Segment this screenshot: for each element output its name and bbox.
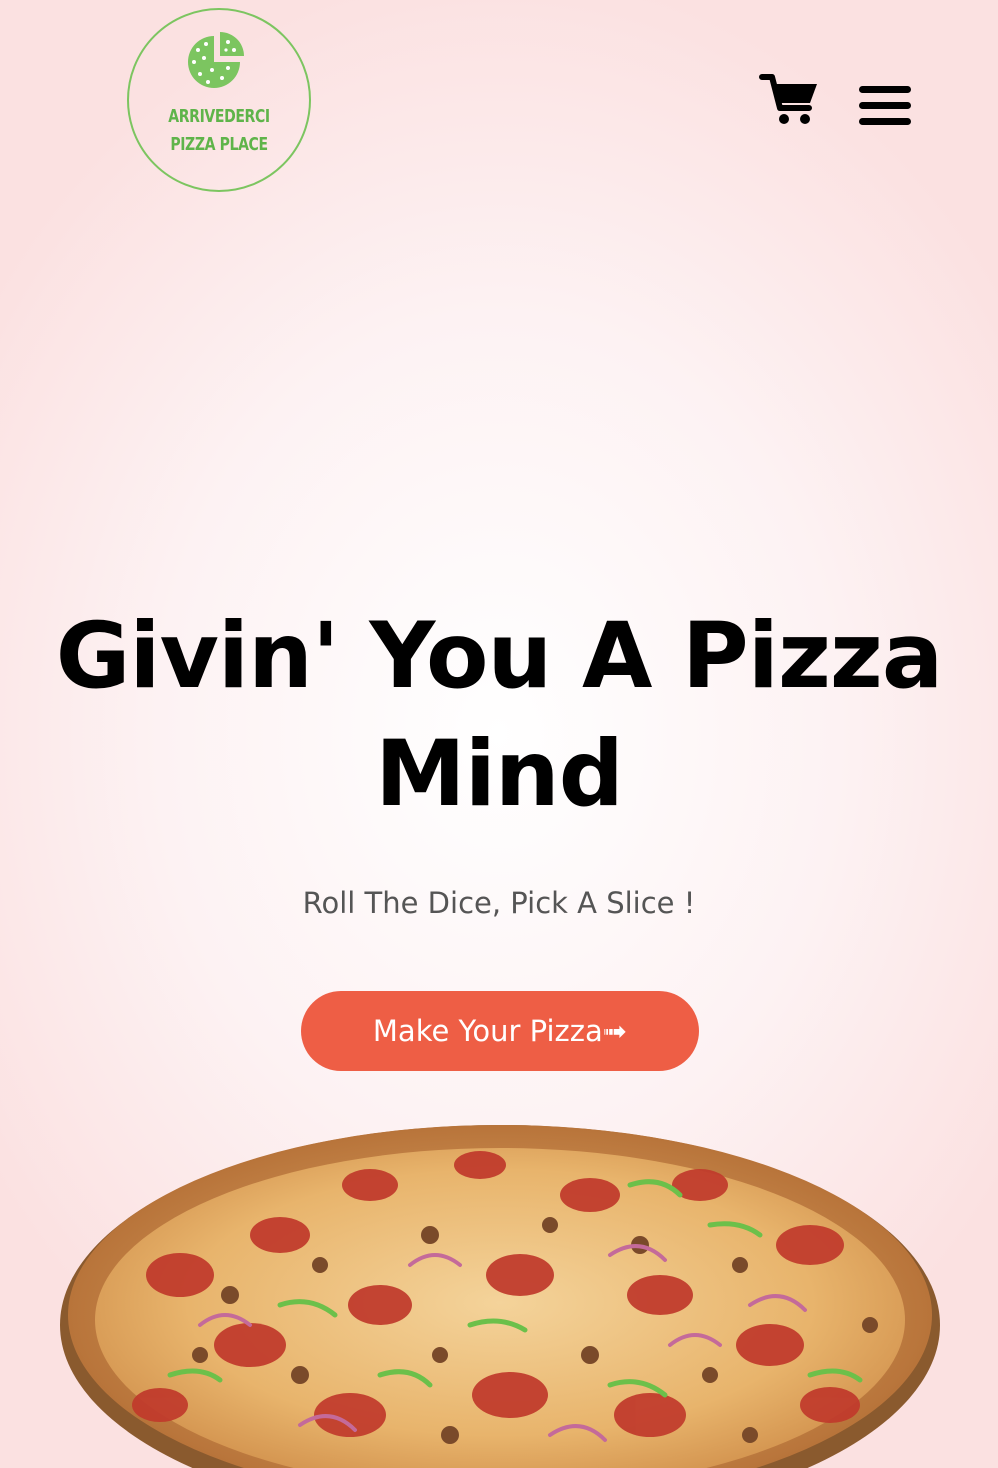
brand-name-line2: PIZZA PLACE bbox=[170, 134, 268, 155]
brand-name-line1: ARRIVEDERCI bbox=[168, 106, 270, 127]
make-your-pizza-button[interactable]: Make Your Pizza➟ bbox=[301, 991, 699, 1071]
menu-bar-icon bbox=[859, 86, 911, 93]
shopping-cart-icon bbox=[759, 74, 817, 124]
pizza-logo-icon bbox=[188, 32, 244, 88]
hero-headline: Givin' You A Pizza Mind bbox=[55, 604, 944, 827]
brand-logo[interactable]: ARRIVEDERCI PIZZA PLACE bbox=[127, 8, 311, 192]
hero-subtitle: Roll The Dice, Pick A Slice ! bbox=[302, 886, 696, 920]
menu-bar-icon bbox=[859, 102, 911, 109]
hamburger-menu-button[interactable] bbox=[859, 86, 911, 126]
cart-button[interactable] bbox=[759, 72, 819, 126]
menu-bar-icon bbox=[859, 118, 911, 125]
pizza-image bbox=[50, 1125, 950, 1468]
